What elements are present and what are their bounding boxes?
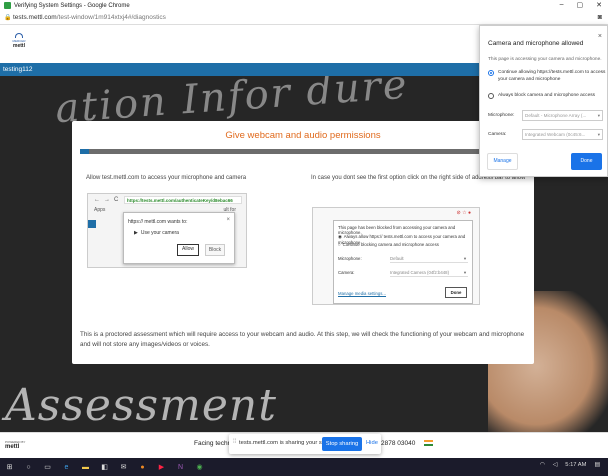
option-block-label: Always block camera and microphone acces… [498, 93, 596, 98]
volume-icon[interactable]: ◁ [553, 462, 557, 468]
app-favicon-icon [4, 2, 11, 9]
camera-indicator-icon[interactable]: ◙ [598, 14, 602, 21]
example-close-icon: × [226, 217, 230, 223]
card-footer-text: This is a proctored assessment which wil… [80, 331, 525, 348]
drag-handle-icon[interactable]: ⁞⁞ [233, 439, 236, 445]
progress-fill [80, 149, 89, 154]
lock-icon[interactable]: 🔒 [4, 15, 11, 21]
example-permission-popup: https:// mettl.com wants to: × ▶ Use your… [123, 212, 235, 264]
dialog-close-icon[interactable]: × [598, 33, 602, 40]
option-continue-allowing[interactable]: Continue allowing https://tests.mettl.co… [488, 69, 607, 83]
logo-name: mettl [13, 43, 25, 49]
allow-example-image: ← → C https://tests.mettl.com/authentica… [87, 193, 247, 268]
camera-permission-dialog: Camera and microphone allowed × This pag… [479, 25, 608, 177]
dialog-subtitle: This page is accessing your camera and m… [488, 57, 602, 62]
support-text: Facing techni [194, 440, 233, 447]
notification-icon[interactable]: ▤ [595, 462, 600, 468]
powered-by: POWERED BY mettl [5, 440, 25, 450]
candidate-name: testing112 [3, 66, 33, 73]
left-instruction: Allow test.mettl.com to access your micr… [86, 175, 247, 181]
close-icon[interactable]: ✕ [596, 1, 602, 9]
camera-select[interactable]: Integrated Webcam (0c45:6... [522, 129, 603, 140]
stop-sharing-button[interactable]: Stop sharing [322, 437, 362, 451]
example-camera-label: Camera: [338, 270, 355, 275]
progress-bar [80, 149, 526, 154]
mail-icon[interactable]: ✉ [119, 463, 128, 472]
india-flag-icon [424, 440, 433, 446]
task-view-icon[interactable]: ▭ [43, 463, 52, 472]
browser-title-bar: Verifying System Settings - Google Chrom… [0, 0, 608, 11]
camera-label: Camera: [488, 132, 507, 137]
clock[interactable]: 5:17 AM [565, 462, 586, 468]
example-option-block: ○ Continue blocking camera and microphone… [338, 242, 439, 247]
example-allow-button: Allow [177, 244, 199, 256]
card-title: Give webcam and audio permissions [225, 130, 381, 141]
example-camera-select: Integrated Camera (04f2:b448) [390, 269, 468, 277]
screen-share-bar: ⁞⁞ tests.mettl.com is sharing your scree… [229, 434, 381, 454]
start-icon[interactable]: ⊞ [5, 463, 14, 472]
search-icon[interactable]: ○ [24, 463, 33, 472]
permissions-card: Give webcam and audio permissions Allow … [72, 121, 534, 364]
example-address: https://tests.mettl.com/authenticateKey/… [124, 196, 242, 204]
example-block-button: Block [205, 244, 225, 256]
microphone-label: Microphone: [488, 113, 515, 118]
firefox-icon[interactable]: ● [138, 463, 147, 472]
example-option-block-label: Continue blocking camera and microphone … [342, 242, 439, 247]
address-bar[interactable]: 🔒 tests.mettl.com/test-window/1m914xtxj4… [0, 11, 608, 25]
example-address-text: https://tests.mettl.com/authenticateKey/… [127, 198, 233, 203]
option-continue-label: Continue allowing https://tests.mettl.co… [498, 70, 606, 82]
onenote-icon[interactable]: N [176, 463, 185, 472]
camera-icon: ▶ [134, 230, 138, 236]
example-partial-icon [88, 220, 96, 228]
radio-unselected-icon[interactable] [488, 93, 494, 99]
file-explorer-icon[interactable]: ▬ [81, 463, 90, 472]
example-done-button: Done [445, 287, 467, 298]
store-icon[interactable]: ◧ [100, 463, 109, 472]
url-host: tests.mettl.com [13, 14, 57, 21]
example-mic-label: Microphone: [338, 256, 362, 261]
example-mic-select: Default [390, 255, 468, 263]
edge-icon[interactable]: e [62, 463, 71, 472]
window-title: Verifying System Settings - Google Chrom… [14, 2, 130, 9]
manage-button[interactable]: Manage [487, 153, 518, 170]
windows-taskbar: ⊞ ○ ▭ e ▬ ◧ ✉ ● ▶ N ◉ ◠ ◁ 5:17 AM ▤ [0, 458, 608, 476]
option-always-block[interactable]: Always block camera and microphone acces… [488, 92, 595, 99]
wifi-icon[interactable]: ◠ [540, 462, 545, 468]
example-popup-item-label: Use your camera [140, 230, 179, 236]
done-button[interactable]: Done [571, 153, 602, 170]
example-blocked-panel: This page has been blocked from accessin… [333, 220, 473, 304]
window-controls: – ▢ ✕ [560, 1, 602, 9]
url-text[interactable]: tests.mettl.com/test-window/1m914xtxj4#/… [13, 14, 166, 21]
blocked-example-image: ⊘ ☆ ● This page has been blocked from ac… [312, 207, 480, 305]
microphone-select[interactable]: Default - Microphone Array (... [522, 110, 603, 121]
example-popup-title: https:// mettl.com wants to: [128, 219, 188, 225]
logo-mark-icon [15, 33, 23, 38]
forward-icon: → [104, 197, 110, 203]
url-path: /test-window/1m914xtxj4#/diagnostics [56, 14, 166, 21]
blocked-camera-icon: ⊘ ☆ ● [456, 210, 471, 216]
minimize-icon[interactable]: – [560, 1, 564, 9]
example-popup-item: ▶ Use your camera [134, 230, 179, 236]
radio-on-icon: ◉ [338, 234, 342, 239]
chalk-text-bottom: Assessment [5, 380, 277, 431]
maximize-icon[interactable]: ▢ [577, 1, 584, 9]
dialog-title: Camera and microphone allowed [488, 40, 584, 47]
example-manage-link: Manage media settings... [338, 291, 387, 296]
radio-off-icon: ○ [338, 242, 341, 247]
mettl-logo: MERCER mettl [9, 33, 29, 49]
hide-button[interactable]: Hide [366, 440, 378, 446]
chrome-icon[interactable]: ◉ [195, 463, 204, 472]
system-tray: ◠ ◁ 5:17 AM ▤ [540, 462, 600, 468]
radio-selected-icon[interactable] [488, 70, 494, 76]
reload-icon: C [114, 197, 119, 203]
powered-by-name: mettl [5, 444, 20, 450]
back-icon: ← [94, 197, 100, 203]
media-icon[interactable]: ▶ [157, 463, 166, 472]
